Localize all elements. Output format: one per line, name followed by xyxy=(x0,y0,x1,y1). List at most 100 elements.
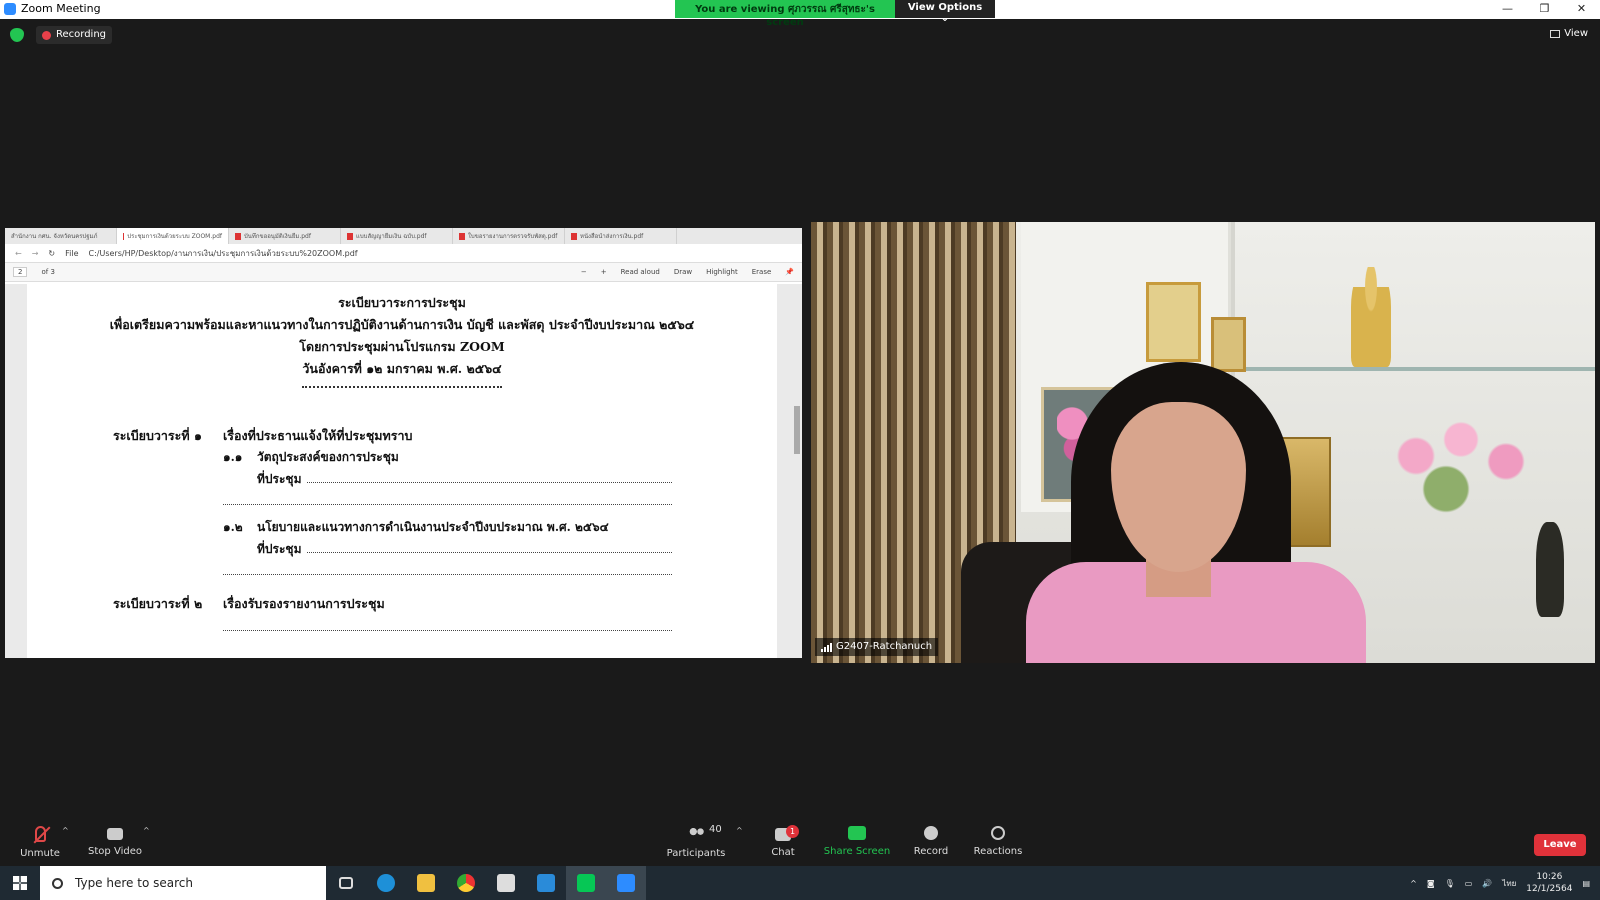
tab-label: แบบสัญญายืมเงิน ฉบับ.pdf xyxy=(356,233,427,240)
system-tray: ^ ◙ 🎙 ▭ 🔊 ไทย 10:26 12/1/2564 ▤ xyxy=(1410,871,1600,895)
photo-frame xyxy=(1211,317,1246,372)
back-icon[interactable]: ← xyxy=(15,249,22,258)
app-title-group: Zoom Meeting xyxy=(4,2,101,15)
participants-icon xyxy=(687,826,705,842)
fill-line xyxy=(223,630,672,631)
participants-options-chevron-icon[interactable]: ^ xyxy=(736,826,743,835)
chat-button[interactable]: Chat xyxy=(743,818,823,858)
item-1-1-text: วัตถุประสงค์ของการประชุม xyxy=(257,450,399,464)
search-placeholder: Type here to search xyxy=(75,876,193,890)
taskbar-edge[interactable] xyxy=(366,866,406,900)
pdf-gutter xyxy=(5,284,27,658)
participant-video[interactable]: G2407-Ratchanuch xyxy=(811,222,1595,663)
page-number-input[interactable]: 2 xyxy=(13,267,28,277)
minimize-button[interactable]: — xyxy=(1489,0,1526,19)
erase-button[interactable]: Erase xyxy=(752,268,772,276)
video-options-chevron-icon[interactable]: ^ xyxy=(143,826,150,835)
encryption-shield-icon[interactable] xyxy=(10,28,24,42)
taskbar-line[interactable] xyxy=(566,866,606,900)
item-1-2-number: ๑.๒ xyxy=(223,520,243,534)
task-view-button[interactable] xyxy=(326,866,366,900)
participants-button[interactable]: Participants xyxy=(656,818,736,859)
zoom-out-icon[interactable]: − xyxy=(581,268,587,276)
view-options-label: View Options xyxy=(907,2,983,13)
tab-label: ใบขอรายงานการตรวจรับพัสดุ.pdf xyxy=(468,233,558,240)
address-bar[interactable]: ← → ↻ File C:/Users/HP/Desktop/งานการเงิ… xyxy=(5,244,802,263)
share-screen-button[interactable]: Share Screen xyxy=(817,818,897,857)
browser-tab[interactable]: แบบสัญญายืมเงิน ฉบับ.pdf xyxy=(341,228,453,244)
view-options-button[interactable]: View Options ⌄ xyxy=(895,0,995,24)
shared-screen[interactable]: สำนักงาน กศน. จังหวัดนครปฐมภ์ ประชุมการเ… xyxy=(5,228,802,658)
browser-tab[interactable]: หนังสือนำส่งการเงิน.pdf xyxy=(565,228,677,244)
taskbar-mail[interactable] xyxy=(526,866,566,900)
taskbar-zoom[interactable] xyxy=(606,866,646,900)
vase xyxy=(1536,522,1564,617)
read-aloud-button[interactable]: Read aloud xyxy=(621,268,660,276)
forward-icon[interactable]: → xyxy=(32,249,39,258)
share-screen-label: Share Screen xyxy=(823,846,891,857)
microphone-icon[interactable]: 🎙 xyxy=(1445,879,1455,888)
network-icon[interactable]: ▭ xyxy=(1465,879,1473,888)
pdf-icon xyxy=(571,232,577,240)
title-divider xyxy=(302,384,502,388)
pdf-icon xyxy=(235,232,241,240)
browser-tab[interactable]: ใบขอรายงานการตรวจรับพัสดุ.pdf xyxy=(453,228,565,244)
draw-button[interactable]: Draw xyxy=(674,268,692,276)
recording-indicator[interactable]: Recording xyxy=(36,26,113,44)
view-button[interactable]: View xyxy=(1550,28,1588,39)
taskbar-chrome[interactable] xyxy=(446,866,486,900)
pdf-page: ระเบียบวาระการประชุม เพื่อเตรียมความพร้อ… xyxy=(27,284,777,658)
tray-overflow-chevron-icon[interactable]: ^ xyxy=(1410,879,1417,888)
close-button[interactable]: ✕ xyxy=(1563,0,1600,19)
zoom-logo-icon xyxy=(4,2,16,15)
item-1-1-meeting: ที่ประชุม xyxy=(257,472,302,486)
highlight-button[interactable]: Highlight xyxy=(706,268,738,276)
chat-label: Chat xyxy=(771,847,795,858)
fill-line xyxy=(223,574,672,575)
leave-meeting-button[interactable]: Leave xyxy=(1534,834,1586,856)
browser-tab[interactable]: บันทึกขออนุมัติเงินยืม.pdf xyxy=(229,228,341,244)
pdf-icon xyxy=(347,232,353,240)
reactions-button[interactable]: Reactions xyxy=(958,818,1038,857)
pin-icon[interactable]: 📌 xyxy=(785,268,794,276)
pdf-scrollbar[interactable] xyxy=(794,406,800,454)
recording-dot-icon xyxy=(42,30,51,40)
stop-video-button[interactable]: Stop Video xyxy=(75,818,155,857)
browser-tab-active[interactable]: ประชุมการเงินด้วยระบบ ZOOM.pdf xyxy=(117,228,229,244)
restore-button[interactable]: ❐ xyxy=(1526,0,1563,19)
unmute-button[interactable]: Unmute xyxy=(0,818,80,859)
item-1-2-text: นโยบายและแนวทางการดำเนินงานประจำปีงบประม… xyxy=(257,520,609,534)
search-icon xyxy=(52,877,63,889)
video-camera-icon xyxy=(107,828,123,840)
browser-tab[interactable]: สำนักงาน กศน. จังหวัดนครปฐมภ์ xyxy=(5,228,117,244)
doc-title-line: เพื่อเตรียมความพร้อมและหาแนวทางในการปฏิบ… xyxy=(109,317,695,332)
audio-options-chevron-icon[interactable]: ^ xyxy=(62,826,69,835)
notifications-icon[interactable]: ▤ xyxy=(1582,879,1590,888)
meet-now-icon[interactable]: ◙ xyxy=(1427,879,1435,888)
lotus-flowers xyxy=(1386,412,1536,522)
pdf-icon xyxy=(459,232,465,240)
windows-logo-icon xyxy=(13,876,27,890)
tab-label: บันทึกขออนุมัติเงินยืม.pdf xyxy=(244,233,311,240)
tab-label: หนังสือนำส่งการเงิน.pdf xyxy=(580,233,644,240)
meeting-status-row: Recording View xyxy=(0,24,1600,46)
language-indicator[interactable]: ไทย xyxy=(1502,877,1516,890)
muted-microphone-icon xyxy=(34,826,46,842)
glass-shelf xyxy=(1231,367,1595,371)
reactions-smiley-icon xyxy=(991,826,1005,840)
signal-strength-icon xyxy=(821,642,832,652)
app-title: Zoom Meeting xyxy=(21,2,101,15)
taskbar-file-explorer[interactable] xyxy=(406,866,446,900)
taskbar-clock[interactable]: 10:26 12/1/2564 xyxy=(1526,871,1572,895)
share-screen-icon xyxy=(848,826,866,840)
start-button[interactable] xyxy=(0,866,40,900)
zoom-app-icon xyxy=(617,874,635,892)
reactions-label: Reactions xyxy=(973,846,1023,857)
refresh-icon[interactable]: ↻ xyxy=(48,249,55,258)
url-text[interactable]: C:/Users/HP/Desktop/งานการเงิน/ประชุมการ… xyxy=(89,247,358,260)
taskbar-store[interactable] xyxy=(486,866,526,900)
zoom-in-icon[interactable]: + xyxy=(601,268,607,276)
volume-icon[interactable]: 🔊 xyxy=(1482,879,1492,888)
taskbar-search[interactable]: Type here to search xyxy=(40,866,326,900)
window-titlebar: Zoom Meeting You are viewing ศุภวรรณ ศรี… xyxy=(0,0,1600,28)
